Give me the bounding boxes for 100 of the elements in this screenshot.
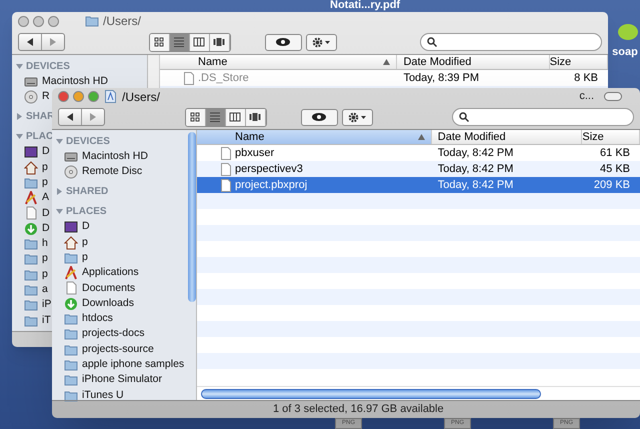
back-forward-buttons[interactable] <box>18 33 65 51</box>
view-button[interactable] <box>226 108 246 126</box>
sidebar-item[interactable]: Documents <box>82 280 136 296</box>
column-header[interactable]: Size <box>582 130 640 144</box>
grid-icon <box>153 37 165 47</box>
sidebar-item[interactable]: D <box>82 219 90 236</box>
window-control[interactable] <box>73 91 84 102</box>
action-menu-button[interactable] <box>342 108 372 126</box>
grid-icon <box>189 112 201 122</box>
scrollbar-thumb[interactable] <box>201 388 541 398</box>
date-cell-text: Today, 8:42 PM <box>436 178 514 193</box>
view-button[interactable] <box>190 34 210 50</box>
sidebar-item[interactable]: p <box>42 160 48 176</box>
date-cell-text: Today, 8:39 PM <box>402 70 480 86</box>
size-cell-text: 61 KB <box>599 146 631 161</box>
sidebar-item[interactable]: p <box>82 250 88 266</box>
view-button[interactable] <box>170 34 190 50</box>
sidebar-item[interactable]: iPhone Simulator <box>82 372 162 388</box>
sidebar-item[interactable]: D <box>42 144 50 160</box>
back-arrow-icon <box>67 113 73 121</box>
sidebar-item[interactable]: p <box>42 266 48 282</box>
sidebar-item[interactable]: p <box>42 251 48 268</box>
desktop-file-label[interactable]: soap <box>612 44 638 60</box>
window-control[interactable] <box>88 91 99 102</box>
disclosure-triangle-icon[interactable] <box>16 113 23 120</box>
sidebar-item[interactable]: p <box>82 234 88 250</box>
hard-drive-icon <box>64 150 78 164</box>
quick-look-button[interactable] <box>300 108 338 126</box>
disclosure-triangle-icon[interactable] <box>56 208 63 216</box>
column-header[interactable]: Date Modified <box>397 55 550 69</box>
window-control[interactable] <box>33 16 44 26</box>
folder-icon <box>64 342 78 357</box>
list-icon <box>209 112 221 122</box>
disclosure-triangle-icon[interactable] <box>16 62 23 70</box>
search-field[interactable] <box>420 33 602 51</box>
toolbar-toggle-button[interactable] <box>604 92 622 101</box>
file-row[interactable]: project.pbxproj Today, 8:42 PM 209 KB <box>197 177 640 193</box>
list-icon <box>173 37 185 47</box>
sidebar-item[interactable]: Macintosh HD <box>42 74 108 90</box>
file-row[interactable]: perspectivev3 Today, 8:42 PM 45 KB <box>197 161 640 177</box>
sidebar-item[interactable]: Remote Disc <box>82 164 142 180</box>
view-button[interactable] <box>150 34 170 50</box>
disclosure-triangle-icon[interactable] <box>56 138 63 144</box>
document-icon <box>64 281 78 296</box>
disclosure-triangle-icon[interactable] <box>56 188 63 196</box>
folder-icon <box>85 15 99 27</box>
disclosure-triangle-icon[interactable] <box>16 133 23 140</box>
sidebar-item[interactable]: htdocs <box>82 311 113 327</box>
sidebar-item[interactable]: projects-docs <box>82 326 144 342</box>
quick-look-button[interactable] <box>264 34 302 50</box>
date-cell-text: Today, 8:42 PM <box>436 162 514 177</box>
folder-icon <box>24 314 38 328</box>
column-header[interactable]: Size <box>550 55 608 69</box>
sidebar-item[interactable]: Applications <box>82 265 139 282</box>
sidebar-item[interactable]: D <box>42 220 50 237</box>
sidebar-header: SHARED <box>66 185 108 200</box>
sidebar-item[interactable]: A <box>42 190 50 206</box>
scrollbar-thumb[interactable] <box>188 132 196 302</box>
sidebar-item[interactable]: D <box>42 206 50 222</box>
eye-icon <box>312 113 326 121</box>
sidebar-item[interactable]: iT <box>42 312 51 328</box>
window-control[interactable] <box>18 16 29 26</box>
column-header[interactable]: Name <box>197 130 432 144</box>
columns-icon <box>193 37 205 47</box>
folder-icon <box>24 282 38 297</box>
sidebar-item[interactable]: Downloads <box>82 296 134 312</box>
column-header[interactable]: Name <box>160 55 398 69</box>
window-control[interactable] <box>48 16 59 26</box>
window-title: /Users/ <box>122 88 160 106</box>
search-field[interactable] <box>452 108 634 126</box>
sidebar-item[interactable]: projects-source <box>82 342 154 358</box>
file-name: project.pbxproj <box>235 178 308 193</box>
sidebar-item[interactable]: a <box>42 282 48 298</box>
action-menu-button[interactable] <box>306 34 336 50</box>
view-button[interactable] <box>186 108 206 126</box>
folder-icon <box>64 358 78 372</box>
file-name: perspectivev3 <box>235 162 303 177</box>
sidebar-item[interactable]: R <box>42 89 50 105</box>
cover-flow-icon <box>249 112 261 122</box>
back-forward-buttons[interactable] <box>58 108 105 126</box>
file-icon <box>184 72 194 84</box>
desktop-file-label[interactable]: Notati...ry.pdf <box>330 0 400 11</box>
file-icon <box>221 162 231 176</box>
sidebar-item[interactable]: iP <box>42 297 52 314</box>
caret-icon <box>325 40 330 44</box>
sidebar-item[interactable]: p <box>42 174 48 191</box>
folder-icon <box>24 237 38 252</box>
folder-icon <box>64 327 78 342</box>
sidebar-item[interactable]: apple iphone samples <box>82 357 184 373</box>
columns-icon <box>229 112 241 122</box>
sidebar-header: DEVICES <box>66 134 110 148</box>
hard-drive-icon <box>24 74 38 89</box>
sidebar-item[interactable]: Macintosh HD <box>82 148 148 165</box>
view-button[interactable] <box>206 108 226 126</box>
sidebar-item[interactable]: iTunes U <box>82 388 124 404</box>
view-button[interactable] <box>210 34 230 50</box>
column-header[interactable]: Date Modified <box>432 130 582 144</box>
sidebar-item[interactable]: h <box>42 236 48 252</box>
view-button[interactable] <box>246 108 266 126</box>
window-control[interactable] <box>58 91 69 102</box>
